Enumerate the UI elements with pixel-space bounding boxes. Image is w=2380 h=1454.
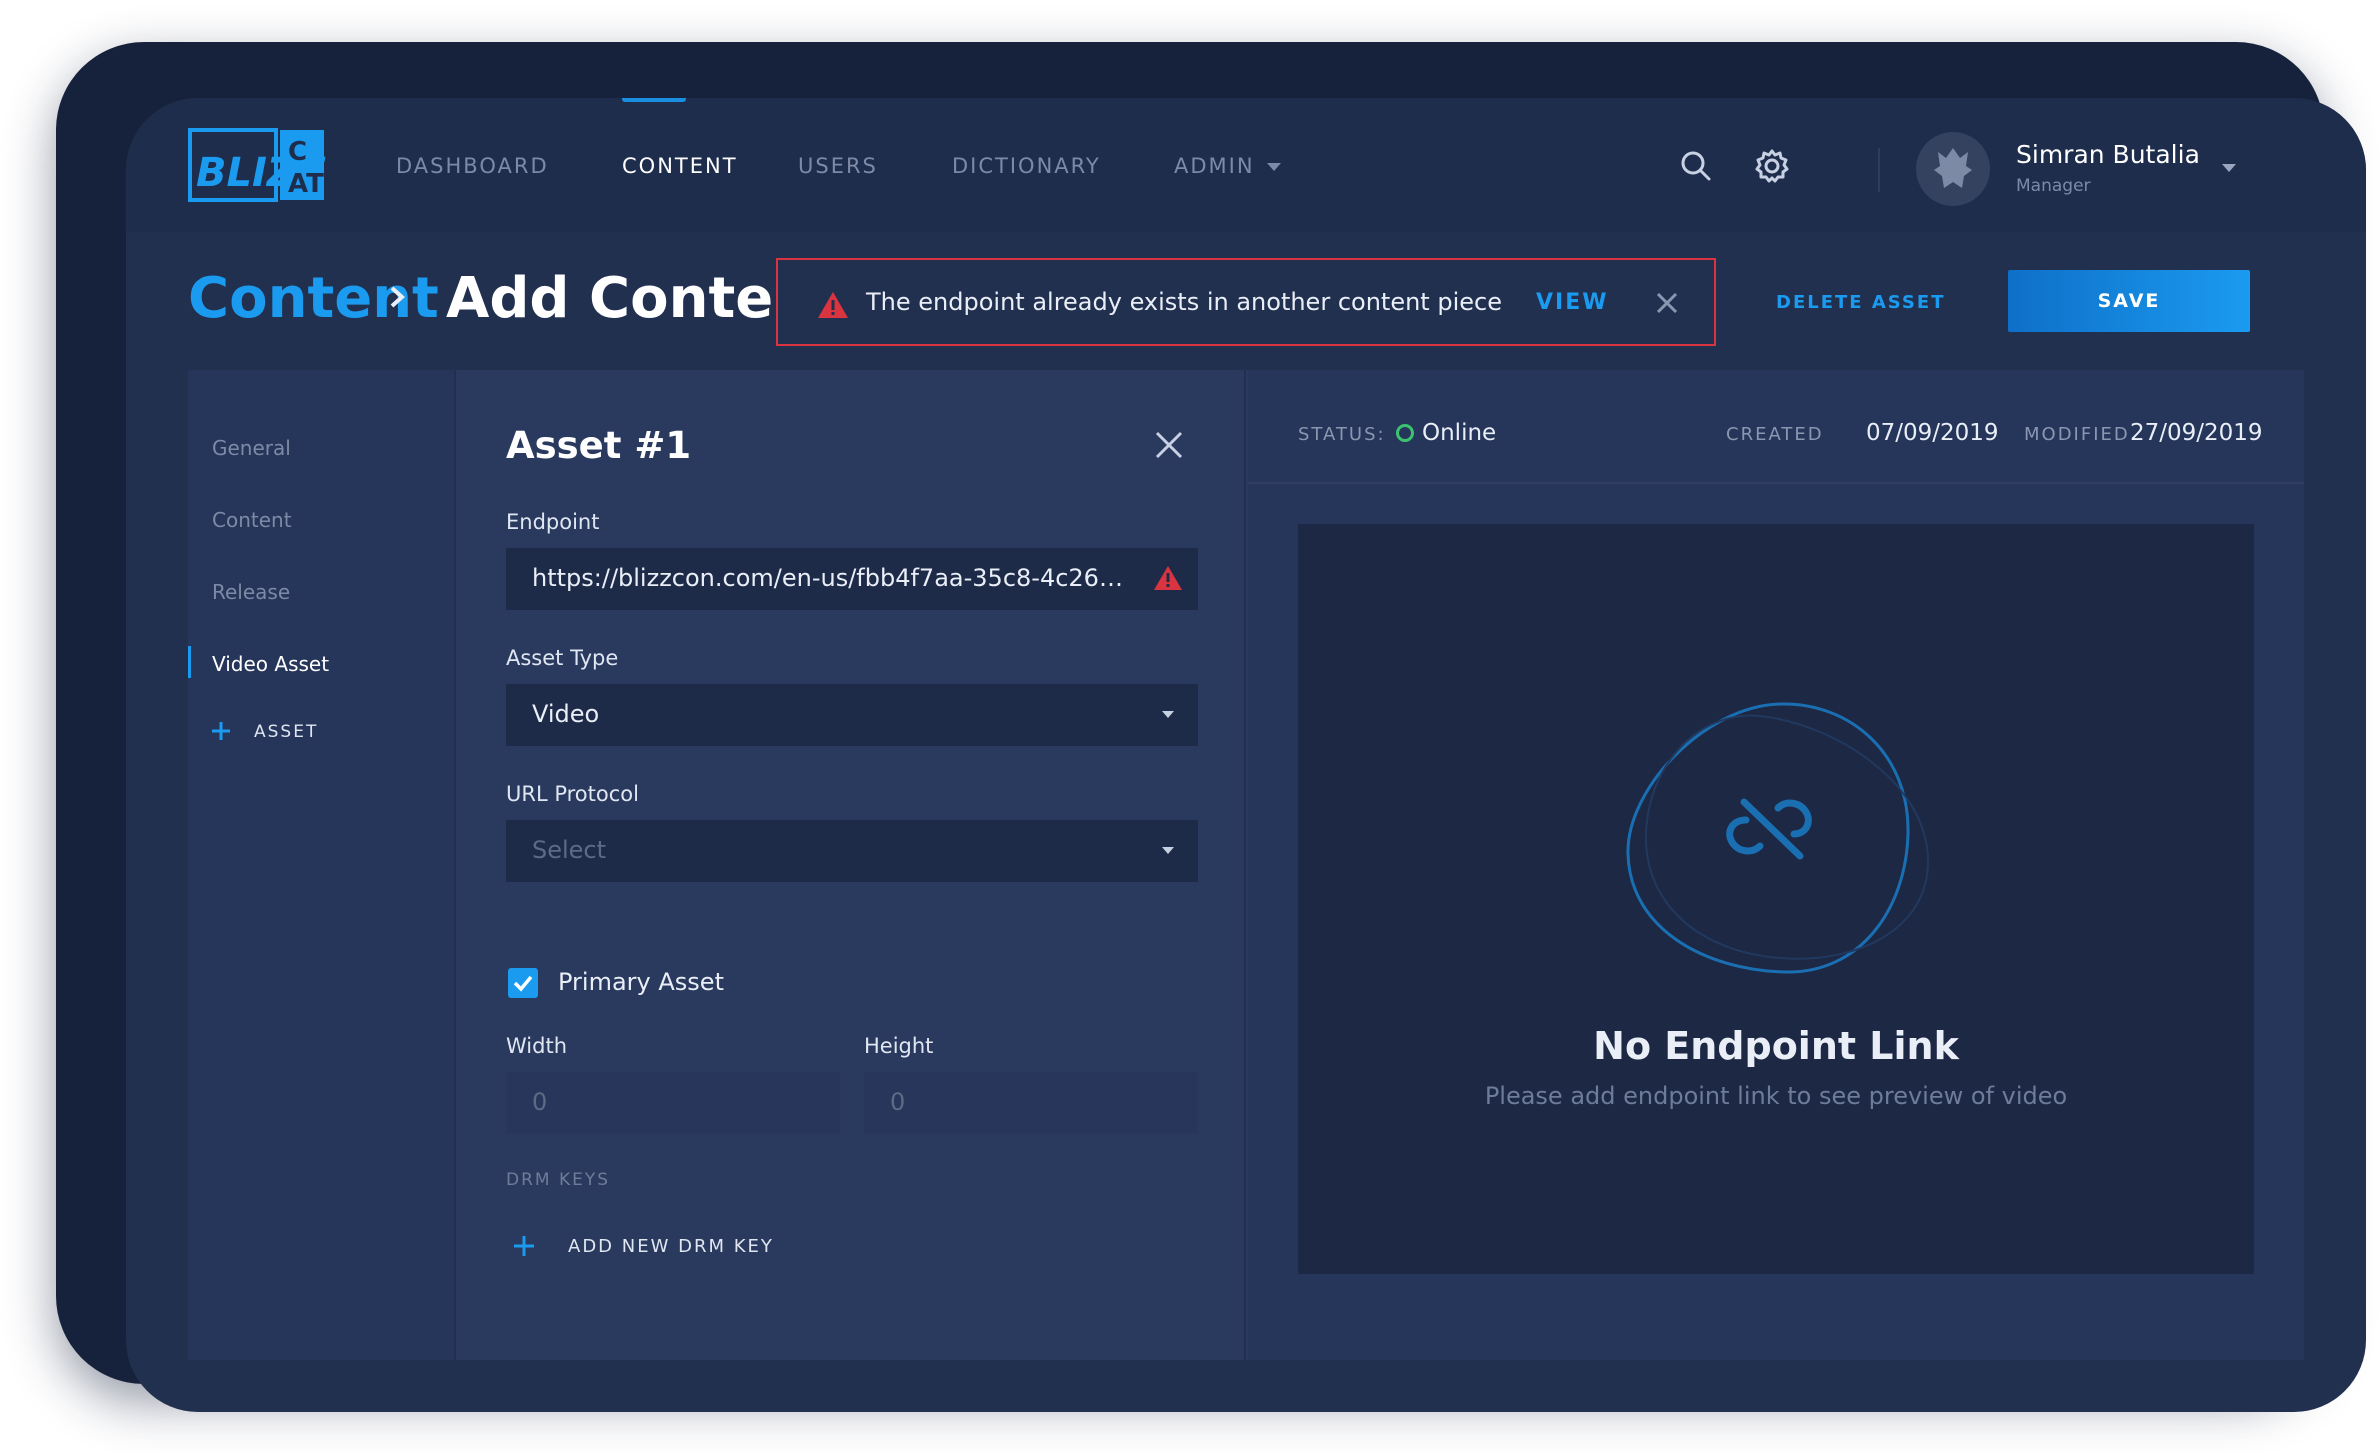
- nav-content[interactable]: CONTENT: [622, 154, 738, 178]
- gear-icon[interactable]: [1752, 146, 1792, 186]
- endpoint-field[interactable]: https://blizzcon.com/en-us/fbb4f7aa-35c8…: [506, 548, 1198, 610]
- user-role: Manager: [2016, 176, 2091, 196]
- width-field[interactable]: 0: [506, 1072, 840, 1134]
- broken-link-icon: [1626, 702, 1930, 974]
- app-screen: BLIZZ C AT DASHBOARD CONTENT USERS DICTI…: [126, 98, 2366, 1412]
- endpoint-label: Endpoint: [506, 510, 600, 534]
- primary-asset-label[interactable]: Primary Asset: [558, 968, 724, 996]
- drm-keys-heading: DRM KEYS: [506, 1170, 611, 1190]
- preview-panel: STATUS: Online CREATED 07/09/2019 MODIFI…: [1248, 370, 2304, 1360]
- video-preview: No Endpoint Link Please add endpoint lin…: [1298, 524, 2254, 1274]
- nav-admin-label: ADMIN: [1174, 154, 1255, 178]
- warning-icon: [1154, 566, 1182, 590]
- svg-text:AT: AT: [288, 169, 324, 199]
- endpoint-value: https://blizzcon.com/en-us/fbb4f7aa-35c8…: [532, 564, 1123, 592]
- asset-type-select[interactable]: Video: [506, 684, 1198, 746]
- header-divider: [1878, 148, 1880, 192]
- created-value: 07/09/2019: [1866, 420, 1999, 446]
- chevron-down-icon: [1162, 711, 1174, 718]
- nav-admin[interactable]: ADMIN: [1174, 154, 1281, 178]
- chevron-right-icon: [390, 286, 405, 308]
- status-label: STATUS:: [1298, 424, 1386, 445]
- user-name[interactable]: Simran Butalia: [2016, 140, 2200, 169]
- nav-dictionary[interactable]: DICTIONARY: [952, 154, 1101, 178]
- user-emblem-icon: [1934, 148, 1972, 188]
- save-button[interactable]: SAVE: [2008, 270, 2250, 332]
- section-sidebar: General Content Release Video Asset ASSE…: [188, 370, 454, 1360]
- error-alert: The endpoint already exists in another c…: [776, 258, 1716, 346]
- user-menu-chevron-icon[interactable]: [2222, 164, 2236, 172]
- add-asset-button[interactable]: ASSET: [254, 722, 318, 742]
- width-label: Width: [506, 1034, 568, 1058]
- search-icon[interactable]: [1676, 146, 1716, 186]
- asset-title: Asset #1: [506, 424, 692, 467]
- sidebar-item-general[interactable]: General: [212, 436, 291, 460]
- height-placeholder: 0: [890, 1088, 906, 1116]
- asset-meta: STATUS: Online CREATED 07/09/2019 MODIFI…: [1248, 370, 2304, 484]
- height-label: Height: [864, 1034, 934, 1058]
- modified-value: 27/09/2019: [2130, 420, 2263, 446]
- sidebar-item-release[interactable]: Release: [212, 580, 290, 604]
- url-protocol-label: URL Protocol: [506, 782, 639, 806]
- sidebar-item-video-asset[interactable]: Video Asset: [212, 652, 329, 676]
- nav-active-indicator: [622, 98, 686, 102]
- modified-label: MODIFIED: [2024, 424, 2130, 445]
- sidebar-item-content[interactable]: Content: [212, 508, 292, 532]
- plus-icon[interactable]: [210, 720, 232, 742]
- empty-state-title: No Endpoint Link: [1593, 1024, 1959, 1068]
- delete-asset-button[interactable]: DELETE ASSET: [1776, 292, 1945, 313]
- add-drm-key-button[interactable]: ADD NEW DRM KEY: [568, 1236, 774, 1257]
- content-card: General Content Release Video Asset ASSE…: [188, 370, 2304, 1360]
- plus-icon[interactable]: [512, 1234, 536, 1258]
- chevron-down-icon: [1266, 163, 1281, 171]
- alert-view-link[interactable]: VIEW: [1536, 290, 1609, 315]
- url-protocol-select[interactable]: Select: [506, 820, 1198, 882]
- empty-state-subtitle: Please add endpoint link to see preview …: [1484, 1082, 2068, 1110]
- avatar[interactable]: [1916, 132, 1990, 206]
- primary-asset-checkbox[interactable]: [508, 968, 538, 998]
- close-icon[interactable]: [1154, 430, 1184, 460]
- close-icon[interactable]: [1654, 290, 1680, 316]
- top-nav-bar: BLIZZ C AT DASHBOARD CONTENT USERS DICTI…: [126, 98, 2366, 232]
- nav-dashboard[interactable]: DASHBOARD: [396, 154, 549, 178]
- created-label: CREATED: [1726, 424, 1824, 445]
- nav-users[interactable]: USERS: [798, 154, 878, 178]
- device-frame: BLIZZ C AT DASHBOARD CONTENT USERS DICTI…: [56, 42, 2366, 1412]
- status-online-icon: [1396, 424, 1414, 442]
- alert-message: The endpoint already exists in another c…: [866, 288, 1502, 316]
- width-placeholder: 0: [532, 1088, 548, 1116]
- chevron-down-icon: [1162, 847, 1174, 854]
- sidebar-active-indicator: [188, 646, 191, 678]
- status-value: Online: [1422, 420, 1497, 446]
- asset-type-label: Asset Type: [506, 646, 619, 670]
- svg-text:C: C: [288, 137, 307, 167]
- blizzcat-logo[interactable]: BLIZZ C AT: [188, 126, 328, 204]
- warning-icon: [818, 292, 848, 318]
- url-protocol-placeholder: Select: [532, 836, 607, 864]
- height-field[interactable]: 0: [864, 1072, 1198, 1134]
- page-title: Add Content: [446, 266, 786, 331]
- asset-type-value: Video: [532, 700, 600, 728]
- asset-form: Asset #1 Endpoint https://blizzcon.com/e…: [454, 370, 1246, 1360]
- check-icon: [513, 975, 533, 992]
